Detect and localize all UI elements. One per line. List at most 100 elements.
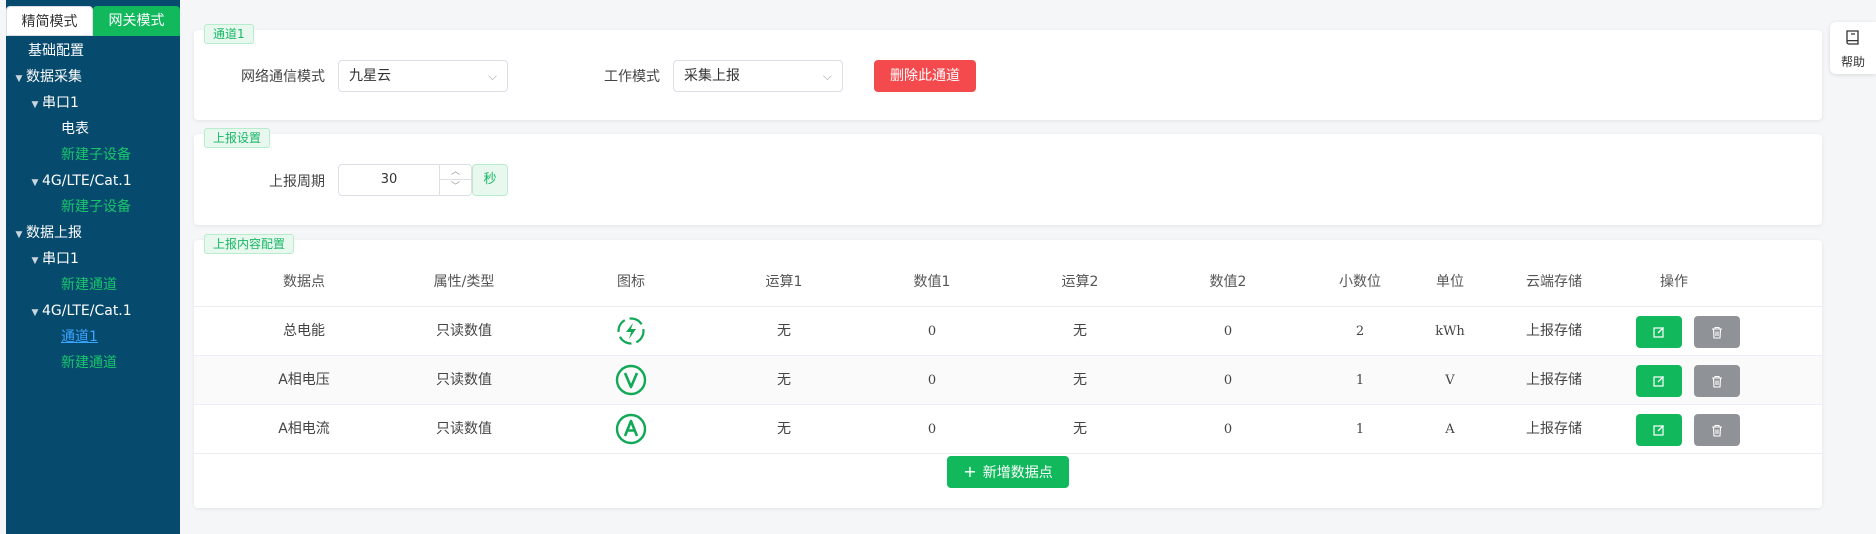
report-period-input[interactable]: 30 ︿ ﹀	[338, 164, 472, 196]
tree-item-data-collect[interactable]: ▼ 数据采集	[6, 64, 180, 90]
data-point-table: 数据点 属性/类型 图标 运算1 数值1 运算2 数值2 小数位 单位 云端存储…	[194, 258, 1822, 454]
edit-button[interactable]	[1636, 316, 1682, 348]
header-point: 数据点	[283, 274, 325, 290]
tree-item-label: 串口1	[42, 251, 79, 267]
header-val1: 数值1	[913, 274, 951, 290]
cell-val1: 0	[927, 324, 937, 339]
header-unit: 单位	[1436, 274, 1464, 290]
edit-button[interactable]	[1636, 414, 1682, 446]
tree-item-label: 通道1	[61, 329, 98, 345]
tree-item-label: 新建通道	[61, 355, 117, 371]
caret-down-icon: ▼	[31, 100, 39, 110]
card-tag: 通道1	[204, 24, 254, 44]
sidebar: 精简模式 网关模式 基础配置 ▼ 数据采集 ▼ 串口1 电表 新建子设备 ▼ 4G/L…	[6, 0, 180, 534]
input-value: 30	[380, 172, 398, 187]
trash-icon	[1712, 375, 1722, 388]
current-a-icon	[596, 405, 666, 454]
tree-item-data-report[interactable]: ▼ 数据上报	[6, 220, 180, 246]
tree-item-label: 新建子设备	[61, 199, 131, 215]
tree-item-serial1-collect[interactable]: ▼ 串口1	[6, 90, 180, 116]
header-decimals: 小数位	[1339, 274, 1381, 290]
cell-op1: 无	[777, 421, 791, 437]
chevron-down-icon: ⌵	[822, 69, 832, 83]
trash-icon	[1712, 326, 1722, 339]
report-content-card: 上报内容配置 数据点 属性/类型 图标 运算1 数值1 运算2 数值2 小数位 …	[194, 234, 1822, 508]
cell-cloud: 上报存储	[1526, 372, 1582, 388]
cell-decimals: 1	[1355, 422, 1365, 437]
voltage-v-icon	[596, 356, 666, 405]
tab-simple-mode[interactable]: 精简模式	[6, 6, 94, 36]
table-header: 数据点 属性/类型 图标 运算1 数值1 运算2 数值2 小数位 单位 云端存储…	[194, 258, 1822, 307]
decrement-icon[interactable]: ﹀	[439, 180, 471, 195]
network-mode-label: 网络通信模式	[241, 69, 325, 85]
caret-down-icon: ▼	[31, 178, 39, 188]
delete-button[interactable]	[1694, 316, 1740, 348]
edit-icon	[1653, 376, 1664, 387]
add-data-point-button[interactable]: + 新增数据点	[947, 456, 1069, 488]
delete-button[interactable]	[1694, 365, 1740, 397]
edit-button[interactable]	[1636, 365, 1682, 397]
cell-decimals: 2	[1355, 324, 1365, 339]
tree-item-new-channel-serial[interactable]: 新建通道	[6, 272, 180, 298]
cell-val1: 0	[927, 422, 937, 437]
work-mode-select[interactable]: 采集上报 ⌵	[673, 60, 843, 92]
help-button[interactable]: 帮助	[1830, 22, 1876, 74]
tree-item-label: 4G/LTE/Cat.1	[42, 173, 132, 189]
config-tree: 基础配置 ▼ 数据采集 ▼ 串口1 电表 新建子设备 ▼ 4G/LTE/Cat.1 新…	[6, 38, 180, 376]
delete-button[interactable]	[1694, 414, 1740, 446]
tree-item-new-sub-device-lte[interactable]: 新建子设备	[6, 194, 180, 220]
cell-unit: kWh	[1435, 324, 1465, 339]
select-value: 采集上报	[684, 68, 740, 84]
tree-item-label: 数据采集	[26, 69, 82, 85]
cell-point: 总电能	[283, 323, 325, 339]
cell-type: 只读数值	[436, 323, 492, 339]
network-mode-select[interactable]: 九星云 ⌵	[338, 60, 508, 92]
caret-down-icon: ▼	[31, 256, 39, 266]
edit-icon	[1653, 327, 1664, 338]
tree-item-serial1-report[interactable]: ▼ 串口1	[6, 246, 180, 272]
header-icon: 图标	[617, 274, 645, 290]
chevron-down-icon: ⌵	[487, 69, 497, 83]
tree-item-label: 数据上报	[26, 225, 82, 241]
card-tag: 上报设置	[204, 128, 271, 148]
cell-unit: V	[1445, 373, 1455, 388]
tree-item-lte-report[interactable]: ▼ 4G/LTE/Cat.1	[6, 298, 180, 324]
cell-val2: 0	[1223, 373, 1233, 388]
tree-item-meter[interactable]: 电表	[6, 116, 180, 142]
energy-bolt-icon	[596, 307, 666, 356]
header-op1: 运算1	[765, 274, 803, 290]
cell-op2: 无	[1073, 372, 1087, 388]
tree-item-label: 电表	[61, 121, 89, 137]
tree-item-new-channel-lte[interactable]: 新建通道	[6, 350, 180, 376]
add-data-point-label: 新增数据点	[982, 465, 1053, 481]
trash-icon	[1712, 424, 1722, 437]
cell-val1: 0	[927, 373, 937, 388]
cell-op1: 无	[777, 323, 791, 339]
cell-op1: 无	[777, 372, 791, 388]
tree-item-new-sub-device-serial[interactable]: 新建子设备	[6, 142, 180, 168]
delete-channel-button[interactable]: 删除此通道	[874, 60, 976, 92]
cell-point: A相电流	[278, 421, 330, 437]
cell-type: 只读数值	[436, 421, 492, 437]
caret-down-icon: ▼	[31, 308, 39, 318]
mode-tabs: 精简模式 网关模式	[6, 6, 180, 36]
header-op2: 运算2	[1061, 274, 1099, 290]
tree-item-channel1[interactable]: 通道1	[6, 324, 180, 350]
card-tag: 上报内容配置	[204, 234, 295, 254]
caret-down-icon: ▼	[15, 74, 23, 84]
cell-decimals: 1	[1355, 373, 1365, 388]
cell-cloud: 上报存储	[1526, 323, 1582, 339]
tab-gateway-mode[interactable]: 网关模式	[93, 6, 180, 36]
tree-item-lte-collect[interactable]: ▼ 4G/LTE/Cat.1	[6, 168, 180, 194]
tree-item-basic-config[interactable]: 基础配置	[6, 38, 180, 64]
table-row: 总电能 只读数值 无 0 无 0 2 kWh 上报存储	[194, 307, 1822, 356]
edit-icon	[1653, 425, 1664, 436]
cell-point: A相电压	[278, 372, 330, 388]
cell-val2: 0	[1223, 422, 1233, 437]
book-icon	[1846, 30, 1859, 45]
header-cloud: 云端存储	[1526, 274, 1582, 290]
increment-icon[interactable]: ︿	[439, 165, 471, 180]
tree-item-label: 基础配置	[28, 43, 84, 59]
caret-down-icon: ▼	[15, 230, 23, 240]
cell-unit: A	[1445, 422, 1455, 437]
